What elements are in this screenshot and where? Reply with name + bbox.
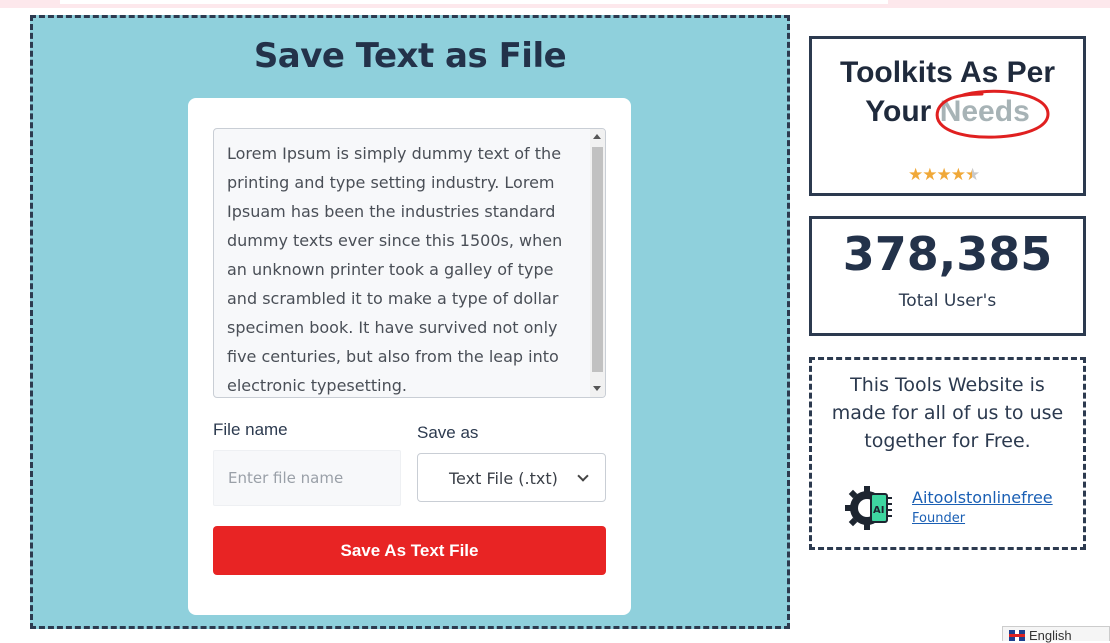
filename-input[interactable]: [213, 450, 401, 506]
founder-role-link[interactable]: Founder: [912, 511, 965, 526]
scroll-thumb[interactable]: [592, 147, 603, 372]
users-card: 378,385 Total User's: [809, 216, 1086, 336]
saveas-select[interactable]: Text File (.txt): [417, 453, 606, 502]
star-icon: ★: [950, 165, 966, 184]
star-icon: ★: [908, 165, 923, 184]
tool-card: Lorem Ipsum is simply dummy text of the …: [188, 98, 631, 615]
toolkit-card: Toolkits As Per Your Needs ★★★★★: [809, 36, 1086, 196]
filename-label: File name: [213, 420, 288, 439]
top-banner-strip: [0, 0, 1110, 8]
founder-link[interactable]: Aitoolstonlinefree: [912, 488, 1053, 507]
about-card: This Tools Website is made for all of us…: [809, 357, 1086, 550]
saveas-label: Save as: [417, 423, 479, 442]
chevron-down-icon: [577, 470, 589, 482]
tool-panel: Save Text as File Lorem Ipsum is simply …: [30, 15, 790, 629]
toolkit-heading-your: Your: [865, 95, 932, 128]
text-editor-scrollbar[interactable]: [590, 129, 605, 397]
star-icon: ★: [936, 165, 952, 184]
star-half-icon: ★: [965, 165, 980, 184]
rating-stars: ★★★★★: [908, 165, 980, 185]
users-count: 378,385: [842, 227, 1053, 281]
text-editor[interactable]: Lorem Ipsum is simply dummy text of the …: [213, 128, 606, 398]
uk-flag-icon: [1009, 630, 1025, 641]
users-label: Total User's: [898, 291, 997, 311]
founder-logo-icon: AI: [845, 486, 892, 530]
needs-highlight: Needs: [935, 89, 1050, 139]
founder-logo-text: AI: [873, 505, 884, 516]
star-icon: ★: [922, 165, 937, 184]
page-title: Save Text as File: [253, 36, 567, 76]
toolkit-heading-needs: Needs: [939, 95, 1030, 128]
top-banner-inner: [60, 0, 888, 4]
saveas-selected-value: Text File (.txt): [449, 469, 558, 488]
toolkit-heading: Toolkits As Per Your Needs: [812, 53, 1083, 139]
scroll-up-arrow-icon[interactable]: [593, 134, 601, 139]
about-text: This Tools Website is made for all of us…: [831, 374, 1064, 452]
scroll-down-arrow-icon[interactable]: [593, 386, 601, 391]
save-as-text-file-button[interactable]: Save As Text File: [213, 526, 606, 575]
toolkit-heading-line2: Your Needs: [812, 89, 1083, 139]
toolkit-heading-line1: Toolkits As Per: [839, 56, 1056, 89]
text-editor-content[interactable]: Lorem Ipsum is simply dummy text of the …: [227, 139, 577, 397]
language-selector[interactable]: English: [1002, 626, 1110, 643]
